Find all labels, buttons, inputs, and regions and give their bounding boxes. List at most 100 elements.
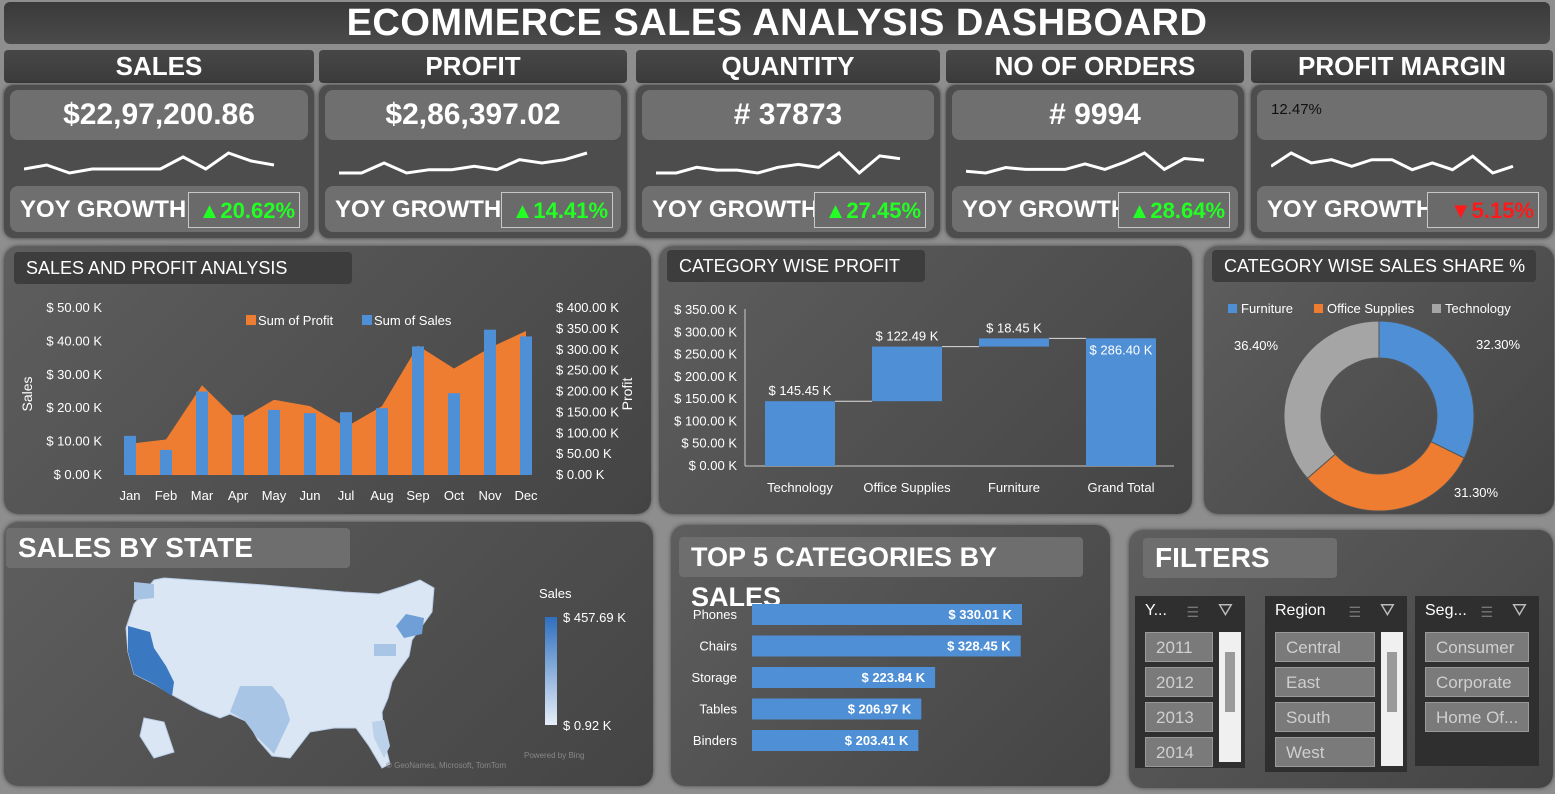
yoy-value: ▲20.62%	[188, 192, 300, 228]
cp-category-label: Furniture	[988, 480, 1040, 495]
slicer-item[interactable]: 2014	[1145, 737, 1213, 767]
kpi-title-1: PROFIT	[319, 50, 627, 83]
slicer-item[interactable]: South	[1275, 702, 1375, 732]
donut-data-label: 31.30%	[1454, 485, 1499, 500]
kpi-card-2: # 37873 YOY GROWTH ▲27.45%	[636, 85, 940, 238]
y-right-tick: $ 300.00 K	[556, 342, 619, 357]
kpi-yoy-0: YOY GROWTH ▲20.62%	[10, 186, 308, 232]
multi-select-icon[interactable]: ☰	[1348, 604, 1361, 621]
legend-sales-label: Sum of Sales	[374, 313, 452, 328]
slicer-item[interactable]: 2013	[1145, 702, 1213, 732]
clear-filter-icon[interactable]: ⛛	[1380, 600, 1395, 621]
kpi-sparkline-3	[966, 151, 1205, 175]
scrollbar-thumb[interactable]	[1387, 652, 1397, 712]
slicer-2[interactable]: Seg... ☰ ⛛ Consumer Corporate Home Of...	[1415, 596, 1539, 766]
yoy-label: YOY GROWTH	[1267, 196, 1434, 223]
sales-bar-jun	[304, 413, 316, 475]
top5-category-label: Chairs	[699, 639, 737, 654]
kpi-yoy-4: YOY GROWTH ▼5.15%	[1257, 186, 1547, 232]
kpi-card-3: # 9994 YOY GROWTH ▲28.64%	[946, 85, 1244, 238]
slicer-1[interactable]: Region ☰ ⛛ Central East South West	[1265, 596, 1407, 772]
state-washington	[134, 582, 154, 600]
slicer-scrollbar[interactable]	[1381, 632, 1403, 766]
legend-sales-swatch	[362, 315, 372, 325]
kpi-title-0: SALES	[4, 50, 314, 83]
y-left-tick: $ 30.00 K	[46, 367, 102, 382]
clear-filter-icon[interactable]: ⛛	[1218, 600, 1233, 621]
map-credit-sources: © GeoNames, Microsoft, TomTom	[386, 761, 506, 770]
map-credit-bing: Powered by Bing	[524, 751, 584, 760]
y-right-tick: $ 250.00 K	[556, 363, 619, 378]
kpi-sparkline-2	[656, 151, 901, 176]
scrollbar-thumb[interactable]	[1225, 652, 1235, 712]
y-right-tick: $ 50.00 K	[556, 446, 612, 461]
slicer-header: Y...	[1145, 602, 1167, 619]
month-label: Oct	[444, 488, 465, 503]
slicer-item[interactable]: Corporate	[1425, 667, 1529, 697]
top5-category-label: Phones	[693, 607, 738, 622]
slicer-scrollbar[interactable]	[1219, 632, 1241, 762]
month-label: Sep	[406, 488, 429, 503]
slicer-item[interactable]: Central	[1275, 632, 1375, 662]
multi-select-icon[interactable]: ☰	[1480, 604, 1493, 621]
cp-y-tick: $ 150.00 K	[674, 391, 737, 406]
top5-data-label: $ 223.84 K	[861, 670, 925, 685]
cp-y-tick: $ 200.00 K	[674, 369, 737, 384]
month-label: Dec	[514, 488, 538, 503]
kpi-card-4: 12.47% YOY GROWTH ▼5.15%	[1251, 85, 1553, 238]
kpi-yoy-1: YOY GROWTH ▲14.41%	[325, 186, 621, 232]
top5-panel: TOP 5 CATEGORIES BY SALES Phones $ 330.01…	[671, 525, 1110, 786]
clear-filter-icon[interactable]: ⛛	[1512, 600, 1527, 621]
month-label: Jan	[120, 488, 141, 503]
map-legend-title: Sales	[539, 586, 572, 601]
cp-y-tick: $ 50.00 K	[681, 436, 737, 451]
cp-bar-1	[872, 346, 942, 402]
top5-category-label: Tables	[699, 702, 737, 717]
sales-bar-aug	[376, 408, 388, 475]
y-right-tick: $ 350.00 K	[556, 321, 619, 336]
slicer-header: Region	[1275, 602, 1326, 619]
cp-data-label: $ 286.40 K	[1090, 342, 1153, 357]
y-right-tick: $ 200.00 K	[556, 384, 619, 399]
cp-bar-2	[979, 338, 1049, 347]
donut-legend-swatch	[1314, 304, 1323, 313]
cp-data-label: $ 122.49 K	[876, 329, 939, 344]
multi-select-icon[interactable]: ☰	[1186, 604, 1199, 621]
slicer-item[interactable]: Home Of...	[1425, 702, 1529, 732]
yoy-label: YOY GROWTH	[962, 196, 1129, 223]
slicer-0[interactable]: Y... ☰ ⛛ 2011 2012 2013 2014	[1135, 596, 1245, 768]
slicer-item[interactable]: 2012	[1145, 667, 1213, 697]
slicer-item[interactable]: East	[1275, 667, 1375, 697]
category-profit-chart: $ 350.00 K $ 300.00 K $ 250.00 K $ 200.00 K…	[674, 302, 1174, 495]
donut-legend-label: Furniture	[1241, 301, 1293, 316]
cp-y-tick: $ 350.00 K	[674, 302, 737, 317]
slicer-item[interactable]: Consumer	[1425, 632, 1529, 662]
sales-bar-feb	[160, 449, 172, 475]
donut-legend-swatch	[1432, 304, 1441, 313]
month-label: Mar	[191, 488, 214, 503]
month-label: Apr	[228, 488, 249, 503]
yoy-label: YOY GROWTH	[335, 196, 502, 223]
map-legend-gradient	[545, 617, 557, 725]
yoy-value: ▲28.64%	[1118, 192, 1230, 228]
filters-panel: FILTERS Y... ☰ ⛛ 2011 2012 2013 2014 Region ☰ ⛛ Ce…	[1129, 530, 1553, 788]
donut-slice-furniture	[1378, 320, 1475, 459]
cp-bar-0	[765, 401, 835, 466]
cp-category-label: Grand Total	[1088, 480, 1155, 495]
slicer-item[interactable]: West	[1275, 737, 1375, 767]
us-map: Powered by Bing © GeoNames, Microsoft, T…	[125, 577, 626, 770]
kpi-value-0: $22,97,200.86	[10, 90, 308, 140]
month-label: Jun	[300, 488, 321, 503]
slicer-item[interactable]: 2011	[1145, 632, 1213, 662]
kpi-title-3: NO OF ORDERS	[946, 50, 1244, 83]
sales-share-panel: CATEGORY WISE SALES SHARE % Furniture Off…	[1204, 246, 1554, 514]
map-legend-max: $ 457.69 K	[563, 610, 626, 625]
kpi-sparkline-4	[1271, 151, 1514, 175]
cp-category-label: Technology	[767, 480, 833, 495]
yoy-label: YOY GROWTH	[652, 196, 819, 223]
y-left-tick: $ 20.00 K	[46, 400, 102, 415]
legend-profit-swatch	[246, 315, 256, 325]
top5-data-label: $ 206.97 K	[848, 702, 912, 717]
sales-bar-may	[268, 409, 280, 475]
top5-data-label: $ 330.01 K	[948, 607, 1012, 622]
